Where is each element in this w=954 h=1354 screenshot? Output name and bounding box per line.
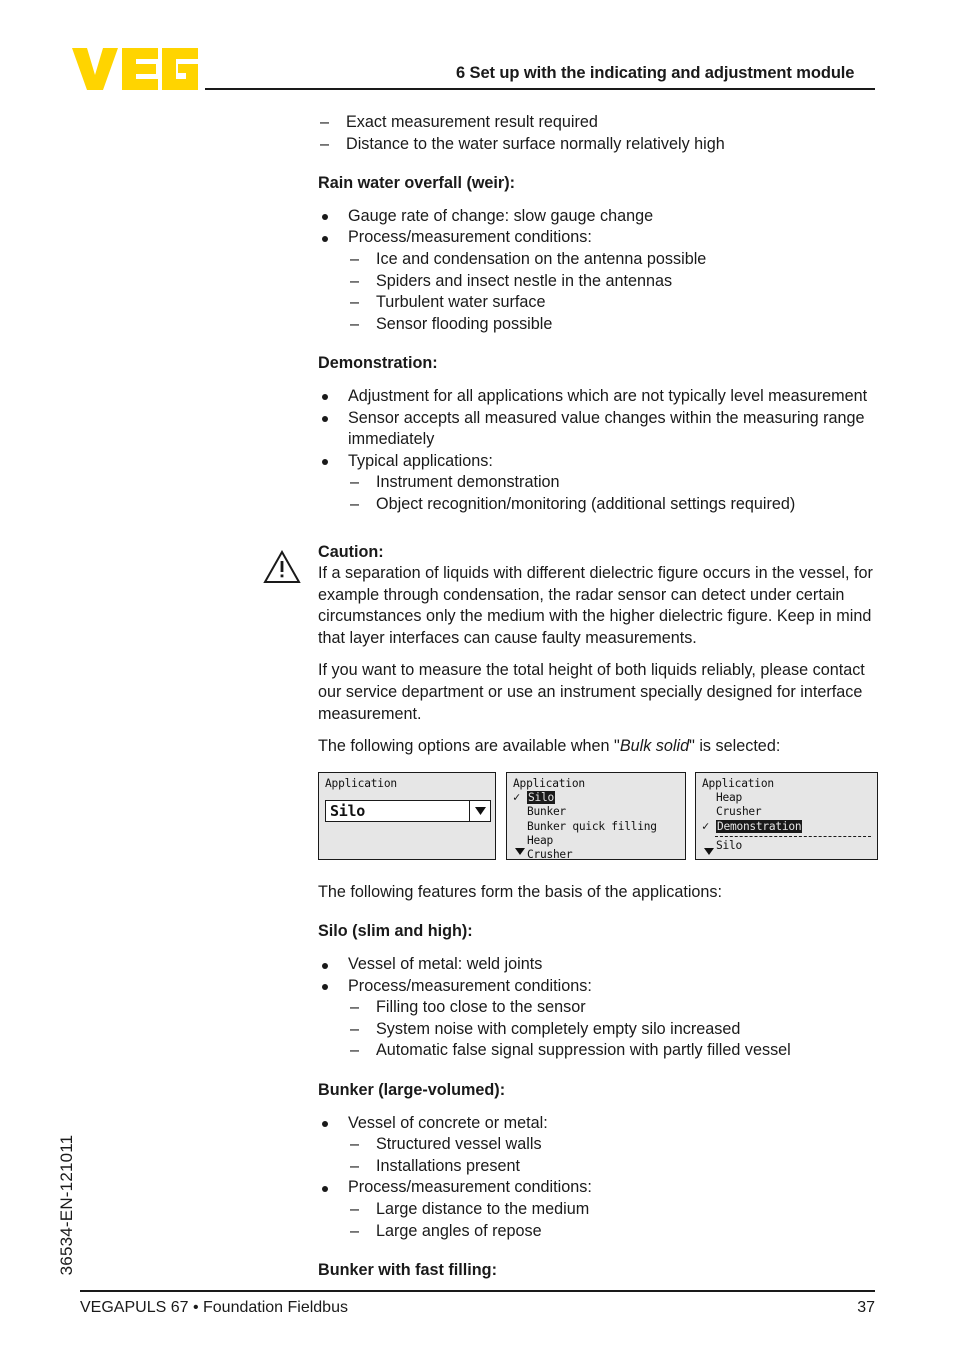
lcd-3-title: Application	[702, 776, 774, 790]
lcd-1-title: Application	[325, 776, 397, 790]
list-item: Instrument demonstration	[348, 472, 878, 494]
bunker-sub-dash-list-1: Structured vessel walls Installations pr…	[348, 1134, 878, 1177]
bunker-bullet-list-2: Process/measurement conditions:	[318, 1177, 878, 1199]
lcd-3-option-label: Silo	[716, 839, 742, 853]
bunker-sub-dash-list-2: Large distance to the medium Large angle…	[348, 1199, 878, 1242]
lcd-display-list-scrolled: Application Heap Crusher ✓ Demonstration …	[695, 771, 878, 860]
list-item: System noise with completely empty silo …	[348, 1019, 878, 1041]
rain-water-sub-dash-list: Ice and condensation on the antenna poss…	[348, 249, 878, 335]
section-heading-demonstration: Demonstration:	[318, 354, 438, 373]
demonstration-sub-dash-list: Instrument demonstration Object recognit…	[348, 472, 878, 515]
header-divider	[205, 88, 875, 90]
caution-block: Caution: If a separation of liquids with…	[263, 542, 878, 758]
features-intro-paragraph: The following features form the basis of…	[318, 882, 723, 901]
list-item: Sensor accepts all measured value change…	[318, 408, 878, 451]
lcd-2-option-label: Heap	[527, 834, 553, 848]
list-item: Installations present	[348, 1156, 878, 1178]
lcd-3-option-demonstration[interactable]: ✓ Demonstration	[701, 818, 877, 834]
lcd-display-dropdown-closed: Application Silo	[318, 771, 496, 860]
caution-paragraph-3: The following options are available when…	[318, 736, 878, 758]
demonstration-bullet-list: Adjustment for all applications which ar…	[318, 386, 878, 472]
caution-paragraph-2: If you want to measure the total height …	[318, 661, 865, 723]
bulk-solid-prefix: The following options are available when…	[318, 737, 620, 756]
caution-heading: Caution:	[318, 542, 384, 561]
list-item: Exact measurement result required	[318, 112, 878, 134]
check-icon: ✓	[513, 790, 520, 805]
section-heading-bunker: Bunker (large-volumed):	[318, 1081, 506, 1099]
list-item: Typical applications:	[318, 451, 878, 473]
list-item: Spiders and insect nestle in the antenna…	[348, 271, 878, 293]
lcd-3-option-crusher[interactable]: Crusher	[701, 805, 877, 819]
lcd-2-option-label: Silo	[527, 791, 555, 805]
lcd-2-title: Application	[513, 776, 585, 790]
document-code: 36534-EN-121011	[57, 1134, 76, 1276]
lcd-3-option-list: Heap Crusher ✓ Demonstration	[701, 791, 877, 834]
silo-sub-dash-list: Filling too close to the sensor System n…	[348, 997, 878, 1062]
lcd-3-option-silo[interactable]: Silo	[701, 839, 877, 853]
lcd-2-option-list: ✓ Silo Bunker Bunker quick filling Heap C…	[512, 790, 685, 860]
list-item: Vessel of metal: weld joints	[318, 954, 878, 976]
list-item: Object recognition/monitoring (additiona…	[348, 494, 878, 516]
list-item: Distance to the water surface normally r…	[318, 134, 878, 156]
lcd-3-option-list-after: Silo	[701, 839, 877, 853]
lcd-2-option-label: Bunker quick filling	[527, 819, 657, 833]
list-item: Process/measurement conditions:	[318, 1177, 878, 1199]
lcd-3-option-label: Heap	[716, 791, 742, 805]
bunker-bullet-list-1: Vessel of concrete or metal:	[318, 1113, 878, 1135]
lcd-2-option-silo[interactable]: ✓ Silo	[512, 790, 685, 805]
lcd-display-list-top: Application ✓ Silo Bunker Bunker quick fi…	[506, 771, 686, 860]
lcd-2-option-bunker[interactable]: Bunker	[512, 805, 685, 819]
lcd-display-row: Application Silo Application ✓ Silo Bunke…	[318, 771, 878, 864]
lcd-2-option-label: Bunker	[527, 805, 566, 819]
lcd-2-option-bunker-quick-filling[interactable]: Bunker quick filling	[512, 820, 685, 834]
page-title: 6 Set up with the indicating and adjustm…	[456, 64, 855, 82]
list-item: Vessel of concrete or metal:	[318, 1113, 878, 1135]
footer-page-number: 37	[857, 1299, 875, 1316]
page-header: 6 Set up with the indicating and adjustm…	[0, 0, 954, 100]
list-item: Gauge rate of change: slow gauge change	[318, 206, 878, 228]
list-item: Automatic false signal suppression with …	[348, 1040, 878, 1062]
check-icon: ✓	[702, 818, 709, 833]
scroll-down-icon[interactable]	[704, 847, 714, 858]
lcd-3-option-label: Demonstration	[716, 819, 803, 833]
lcd-2-option-crusher[interactable]: Crusher	[512, 848, 685, 860]
footer-product-name: VEGAPULS 67 • Foundation Fieldbus	[80, 1299, 348, 1316]
lcd-2-option-label: Crusher	[527, 848, 573, 860]
rain-water-bullet-list: Gauge rate of change: slow gauge change …	[318, 206, 878, 249]
top-dash-list: Exact measurement result required Distan…	[318, 112, 878, 155]
caution-paragraph-1: If a separation of liquids with differen…	[318, 564, 873, 647]
list-item: Process/measurement conditions:	[318, 976, 878, 998]
lcd-3-option-label: Crusher	[716, 805, 762, 819]
lcd-3-option-heap[interactable]: Heap	[701, 791, 877, 805]
warning-triangle-icon	[263, 549, 301, 583]
chevron-down-icon[interactable]	[469, 801, 490, 822]
silo-bullet-list: Vessel of metal: weld joints Process/mea…	[318, 954, 878, 997]
list-item: Large angles of repose	[348, 1221, 878, 1243]
section-heading-rain-water: Rain water overfall (weir):	[318, 174, 516, 193]
footer-divider	[80, 1290, 875, 1292]
list-item: Filling too close to the sensor	[348, 997, 878, 1019]
list-item: Structured vessel walls	[348, 1134, 878, 1156]
lcd-1-selected-value: Silo	[330, 801, 365, 820]
list-item: Ice and condensation on the antenna poss…	[348, 249, 878, 271]
lcd-1-dropdown-field[interactable]: Silo	[325, 800, 491, 823]
list-item: Turbulent water surface	[348, 292, 878, 314]
lcd-3-separator	[715, 836, 871, 838]
scroll-down-icon[interactable]	[515, 847, 525, 858]
vega-logo	[72, 48, 198, 90]
lcd-2-option-heap[interactable]: Heap	[512, 834, 685, 848]
bulk-solid-term: Bulk solid	[619, 737, 690, 756]
list-item: Adjustment for all applications which ar…	[318, 386, 878, 408]
list-item: Large distance to the medium	[348, 1199, 878, 1221]
section-heading-silo: Silo (slim and high):	[318, 922, 473, 941]
list-item: Sensor flooding possible	[348, 314, 878, 336]
bulk-solid-suffix: " is selected:	[689, 737, 781, 756]
section-heading-bunker-fast-filling: Bunker with fast filling:	[318, 1261, 497, 1280]
list-item: Process/measurement conditions:	[318, 227, 878, 249]
page-content: Exact measurement result required Distan…	[263, 112, 878, 1282]
